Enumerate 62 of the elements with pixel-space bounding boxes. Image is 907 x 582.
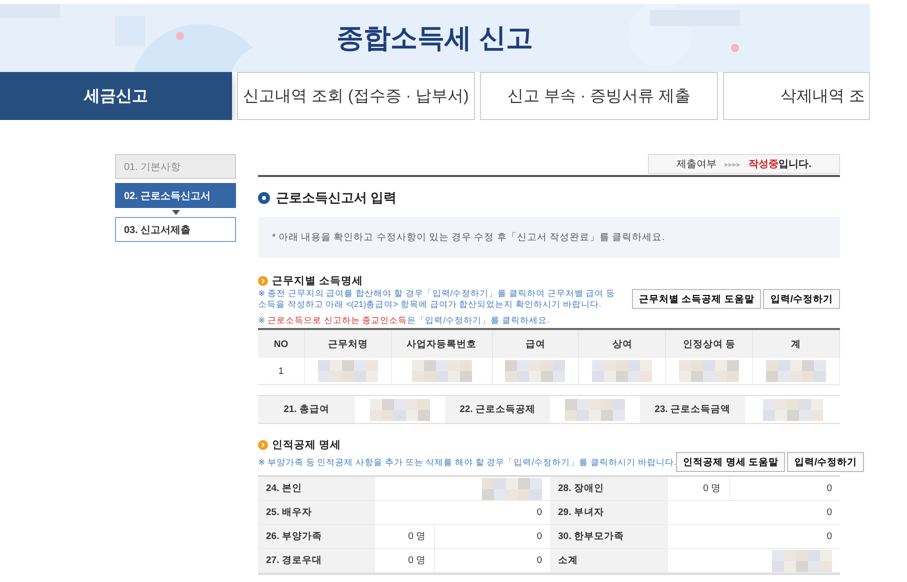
column-header: 인정상여 등 <box>666 329 753 358</box>
field-label: 26. 부양가족 <box>258 525 375 550</box>
action-button[interactable]: 근무처별 소득공제 도움말 <box>632 289 762 310</box>
notice-text: * 아래 내용을 확인하고 수정사항이 있는 경우 수정 후「신고서 작성완료」를 클릭하세요. <box>258 217 840 258</box>
field-label: 21. 총급여 <box>258 396 355 424</box>
blurred-value <box>679 360 740 382</box>
blurred-value <box>370 398 430 421</box>
column-header: 근무처명 <box>304 329 392 358</box>
action-button[interactable]: 입력/수정하기 <box>763 289 840 310</box>
amount-value: 0 <box>826 531 832 542</box>
field-label: 24. 본인 <box>258 477 375 502</box>
caret-icon <box>172 210 180 215</box>
page-title: 종합소득세 신고 <box>336 22 534 55</box>
bullet-icon <box>258 440 268 450</box>
count-value: 0 명 <box>703 482 721 496</box>
step-item[interactable]: 02. 근로소득신고서 <box>115 183 236 208</box>
note-text: ※ 부양가족 등 인적공제 사항을 추가 또는 삭제를 해야 할 경우「입력/수정하기」를 클릭하시기 바랍니다. <box>258 456 676 468</box>
status-text: 작성중입니다. <box>748 158 812 171</box>
amount-value: 0 <box>536 507 542 518</box>
action-button[interactable]: 입력/수정하기 <box>787 452 864 472</box>
bullet-icon <box>258 276 268 286</box>
amount-value: 0 <box>826 507 832 518</box>
count-value: 0 명 <box>408 554 426 568</box>
arrow-marks: ▸▸▸▸ <box>724 160 741 168</box>
field-label: 22. 근로소득공제 <box>445 396 550 424</box>
blurred-value <box>766 360 826 382</box>
action-button[interactable]: 인적공제 명세 도움말 <box>676 452 786 472</box>
field-label: 27. 경로우대 <box>258 549 375 574</box>
note-text: ※ 종전 근무지의 급여를 합산해야 할 경우「입력/수정하기」를 클릭하여 근무처별 급여 등 소득을 작성하고 아래 <(21)총급여> 항목에 급여가 합산되었는지 확인하시기 바랍니다. <box>258 288 616 310</box>
column-header: 상여 <box>578 329 666 358</box>
column-header: 사업자등록번호 <box>391 329 492 358</box>
tab[interactable]: 삭제내역 조 <box>723 72 870 120</box>
subsection-title: 인적공제 명세 <box>272 438 341 452</box>
field-label: 30. 한부모가족 <box>550 525 668 550</box>
blurred-value <box>505 360 566 382</box>
amount-value: 0 <box>826 483 832 494</box>
tab[interactable]: 세금신고 <box>0 72 232 120</box>
field-label: 소계 <box>550 549 668 574</box>
field-label: 28. 장애인 <box>550 477 668 502</box>
field-label: 29. 부녀자 <box>550 501 668 526</box>
table-cell: 1 <box>278 366 284 377</box>
column-header: 급여 <box>492 329 579 358</box>
field-label: 23. 근로소득금액 <box>640 396 745 424</box>
column-header: NO <box>258 329 304 358</box>
blurred-value <box>412 360 472 382</box>
column-header: 계 <box>752 329 840 358</box>
section-title: 근로소득신고서 입력 <box>276 189 397 207</box>
blurred-value <box>318 360 378 382</box>
count-value: 0 명 <box>408 530 426 544</box>
amount-value: 0 <box>536 555 542 566</box>
status-label: 제출여부 <box>676 158 717 171</box>
tab[interactable]: 신고내역 조회 (접수증 · 납부서) <box>237 72 475 120</box>
amount-value: 0 <box>536 531 542 542</box>
note-text: ※ 근로소득으로 신고하는 종교인소득은「입력/수정하기」를 클릭하세요. <box>258 315 550 326</box>
tab[interactable]: 신고 부속 · 증빙서류 제출 <box>480 72 718 120</box>
blurred-value <box>762 398 822 421</box>
bullet-icon <box>258 192 270 204</box>
blurred-value <box>592 360 652 382</box>
field-label: 25. 배우자 <box>258 501 375 526</box>
subsection-title: 근무지별 소득명세 <box>272 274 363 288</box>
blurred-value <box>565 398 625 421</box>
step-item[interactable]: 03. 신고서제출 <box>115 217 236 242</box>
